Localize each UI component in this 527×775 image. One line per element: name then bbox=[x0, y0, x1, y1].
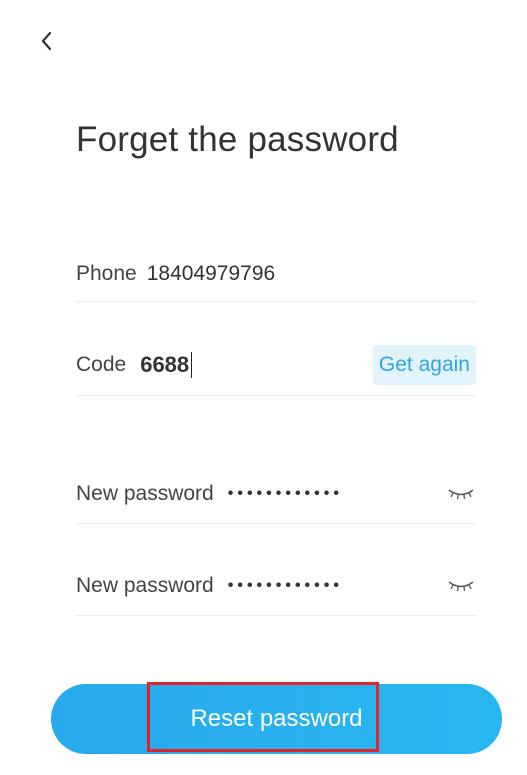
get-again-button[interactable]: Get again bbox=[372, 344, 476, 385]
reset-password-label: Reset password bbox=[190, 705, 363, 732]
new-password-label: New password bbox=[76, 481, 214, 505]
eye-closed-icon[interactable] bbox=[446, 484, 476, 504]
code-field: Code 6688 Get again bbox=[76, 334, 476, 396]
text-cursor bbox=[191, 351, 193, 378]
chevron-left-icon bbox=[39, 30, 55, 57]
phone-label: Phone bbox=[76, 261, 137, 285]
new-password-input[interactable]: •••••••••••• bbox=[228, 485, 343, 503]
page-title: Forget the password bbox=[76, 120, 399, 159]
phone-value[interactable]: 18404979796 bbox=[147, 262, 275, 286]
confirm-password-input[interactable]: •••••••••••• bbox=[228, 577, 343, 595]
phone-field: Phone 18404979796 bbox=[76, 246, 476, 302]
code-label: Code bbox=[76, 352, 127, 376]
reset-password-button[interactable]: Reset password bbox=[51, 684, 502, 754]
confirm-password-label: New password bbox=[76, 573, 214, 597]
back-button[interactable] bbox=[30, 26, 64, 60]
confirm-password-field: New password •••••••••••• bbox=[76, 556, 476, 616]
eye-closed-icon[interactable] bbox=[446, 576, 476, 596]
code-input[interactable]: 6688 bbox=[140, 351, 193, 378]
new-password-field: New password •••••••••••• bbox=[76, 464, 476, 524]
code-value: 6688 bbox=[140, 351, 190, 377]
